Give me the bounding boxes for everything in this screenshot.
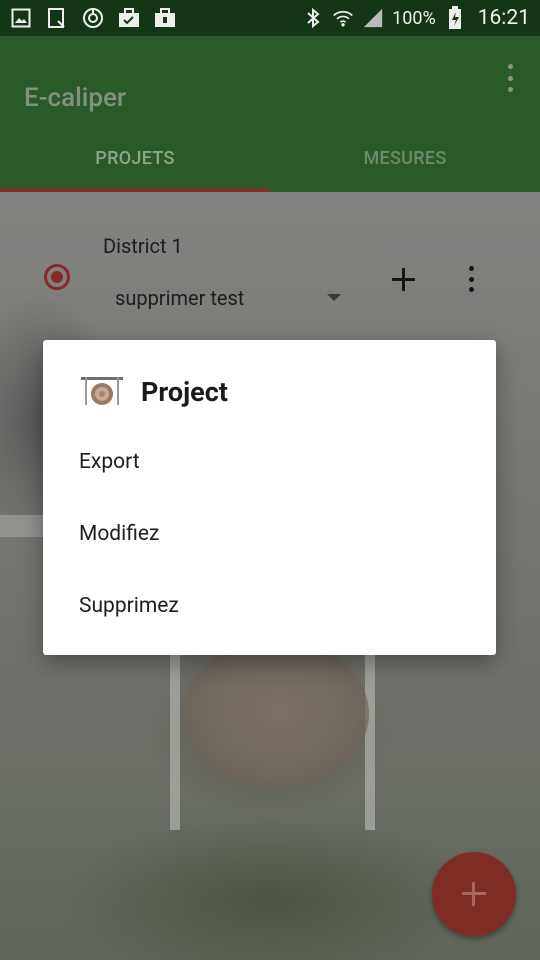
briefcase-icon	[118, 7, 140, 29]
signal-icon	[362, 7, 384, 29]
gallery-icon	[10, 7, 32, 29]
status-bar: 100% 16:21	[0, 0, 540, 36]
sync-icon	[82, 7, 104, 29]
caliper-pole-right	[365, 650, 375, 830]
tab-mesures[interactable]: MESURES	[270, 124, 540, 192]
dropdown-arrow-icon[interactable]	[327, 294, 341, 301]
battery-percent: 100%	[392, 7, 436, 29]
clipboard-icon	[46, 7, 68, 29]
add-measure-fab[interactable]	[432, 852, 516, 936]
project-radio-button[interactable]	[44, 264, 70, 290]
more-vert-icon[interactable]	[466, 266, 476, 292]
caliper-stump-icon	[79, 374, 125, 410]
overflow-menu-icon[interactable]	[504, 64, 516, 92]
app-bar: E-caliper PROJETS MESURES	[0, 36, 540, 192]
export-menu-item[interactable]: Export	[79, 450, 140, 474]
modify-menu-item[interactable]: Modifiez	[79, 522, 159, 546]
add-icon[interactable]	[390, 266, 418, 294]
caliper-pole-left	[170, 650, 180, 830]
dialog-header: Project	[79, 372, 228, 412]
delete-menu-item[interactable]: Supprimez	[79, 594, 179, 618]
app-title: E-caliper	[24, 83, 127, 113]
wifi-icon	[332, 7, 354, 29]
tree-stump-image	[183, 640, 369, 788]
tab-indicator	[0, 188, 270, 192]
project-spinner[interactable]: supprimer test	[115, 286, 244, 310]
battery-charging-icon	[444, 6, 466, 29]
clock: 16:21	[477, 6, 530, 30]
tab-bar: PROJETS MESURES	[0, 124, 540, 192]
tab-projets[interactable]: PROJETS	[0, 124, 270, 192]
project-row: District 1 supprimer test	[0, 220, 540, 330]
bluetooth-icon	[302, 7, 324, 29]
dialog-title: Project	[141, 376, 228, 408]
briefcase-icon	[154, 7, 176, 29]
district-label: District 1	[103, 234, 183, 258]
project-dialog: Project Export Modifiez Supprimez	[43, 340, 496, 655]
